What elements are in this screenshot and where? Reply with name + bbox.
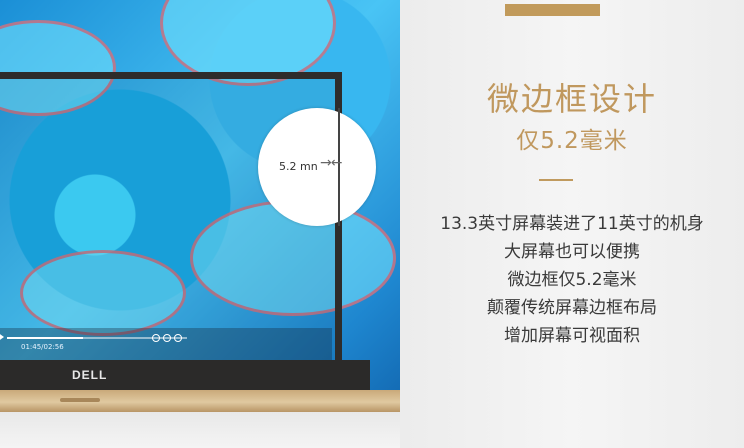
top-accent-bar	[505, 4, 600, 16]
video-player-controls: 01:45/02:56	[0, 328, 332, 360]
feature-description: 13.3英寸屏幕装进了11英寸的机身 大屏幕也可以便携 微边框仅5.2毫米 颠覆…	[400, 210, 744, 350]
measure-arrows-icon: →←	[320, 155, 342, 171]
laptop-bottom-bezel	[0, 360, 370, 390]
brand-logo: DELL	[72, 368, 108, 382]
description-line: 颠覆传统屏幕边框布局	[487, 298, 657, 318]
video-progress-fill	[7, 337, 83, 339]
fullscreen-icon[interactable]	[174, 334, 182, 342]
feature-title: 微边框设计	[486, 80, 657, 118]
video-time: 01:45/02:56	[21, 343, 64, 351]
description-line: 增加屏幕可视面积	[504, 326, 640, 346]
play-icon[interactable]	[0, 332, 4, 342]
video-progress-bar[interactable]	[7, 337, 187, 339]
laptop-hinge-notch	[60, 398, 100, 402]
description-line: 大屏幕也可以便携	[504, 242, 640, 262]
laptop-shadow	[0, 412, 400, 448]
title-divider	[539, 179, 573, 181]
description-line: 13.3英寸屏幕装进了11英寸的机身	[440, 214, 704, 234]
product-image: 01:45/02:56 DELL 5.2 mn →←	[0, 0, 400, 448]
volume-icon[interactable]	[163, 334, 171, 342]
settings-icon[interactable]	[152, 334, 160, 342]
bezel-width-label: 5.2 mn	[279, 160, 318, 173]
feature-subtitle: 仅5.2毫米	[516, 128, 628, 154]
description-line: 微边框仅5.2毫米	[507, 270, 637, 290]
